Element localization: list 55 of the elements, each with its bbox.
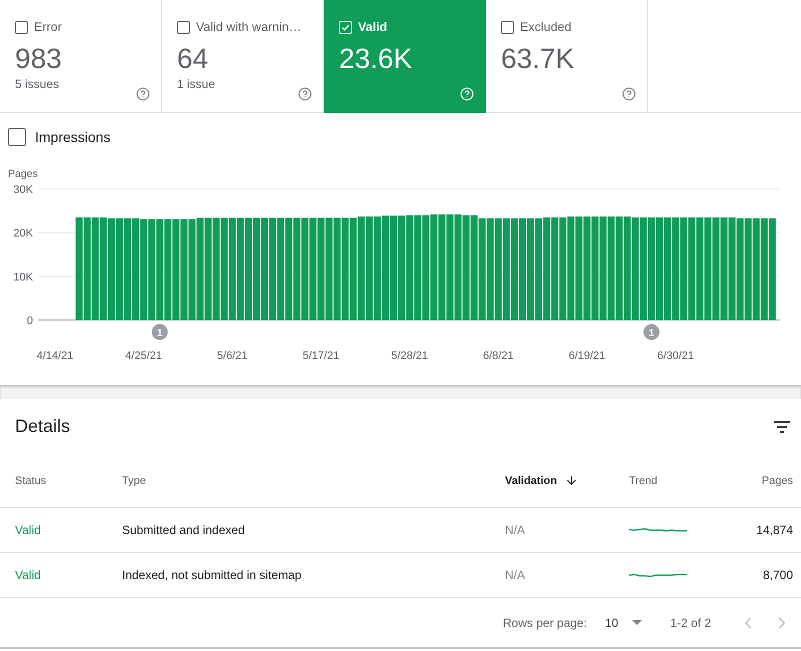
validation-cell-text: N/A: [505, 568, 526, 582]
y-tick-label: 10K: [13, 271, 33, 284]
pages-cell: 8,700: [762, 568, 793, 582]
y-tick-label: 30K: [13, 184, 33, 196]
card-subtitle: 5 issues: [15, 77, 60, 91]
status-cell-text: Valid: [15, 523, 42, 537]
column-header[interactable]: Type: [122, 474, 505, 486]
column-header[interactable]: Validation: [505, 474, 629, 487]
dropdown-caret-icon: [632, 620, 642, 625]
card-label: Valid: [358, 20, 388, 34]
column-header[interactable]: Status: [15, 474, 122, 486]
card-value: 64: [177, 43, 210, 75]
y-tick-label: 20K: [13, 228, 33, 240]
x-tick-label: 6/30/21: [657, 350, 694, 362]
checkbox[interactable]: [8, 128, 26, 146]
x-tick-label: 4/25/21: [125, 350, 162, 362]
validation-cell-text: N/A: [505, 523, 526, 537]
x-tick-label: 6/19/21: [568, 350, 606, 362]
column-header[interactable]: Trend: [629, 474, 729, 486]
type-cell[interactable]: Indexed, not submitted in sitemap: [122, 568, 505, 582]
card-label: Error: [34, 20, 62, 34]
card-label: Excluded: [520, 20, 572, 34]
type-cell[interactable]: Submitted and indexed: [122, 523, 505, 537]
sort-arrow-icon: [564, 474, 578, 487]
card-value: 63.7K: [501, 43, 576, 75]
card-value: 23.6K: [339, 43, 414, 75]
trend-sparkline: [629, 526, 687, 534]
impressions-label: Impressions: [35, 128, 110, 144]
checkbox[interactable]: [501, 20, 514, 34]
rows-per-page-select[interactable]: 10: [604, 616, 642, 630]
help-icon[interactable]: [622, 87, 636, 101]
x-tick-label: 4/14/21: [36, 350, 74, 362]
x-tick-label: 6/8/21: [483, 350, 514, 362]
x-tick-label: 5/6/21: [217, 350, 248, 362]
checkbox[interactable]: [15, 20, 28, 34]
rows-per-page-label: Rows per page:: [502, 616, 587, 630]
x-tick-label: 5/28/21: [391, 350, 428, 362]
pages-cell: 14,874: [756, 523, 793, 537]
page-range: 1-2 of 2: [670, 616, 711, 630]
checkbox[interactable]: [177, 20, 190, 34]
help-icon[interactable]: [298, 87, 312, 101]
card-subtitle: 1 issue: [177, 77, 216, 91]
summary-card[interactable]: Excluded 63.7K: [486, 0, 648, 113]
section-title: Details: [15, 416, 70, 437]
help-icon[interactable]: [136, 87, 150, 101]
axis-title: Pages: [8, 168, 38, 180]
column-header[interactable]: Pages: [762, 474, 793, 486]
status-cell-text: Valid: [15, 568, 42, 582]
summary-card[interactable]: Valid with warnin… 64 1 issue: [162, 0, 324, 113]
x-tick-label: 5/17/21: [302, 350, 340, 362]
summary-card[interactable]: Error 983 5 issues: [0, 0, 162, 113]
card-label: Valid with warnin…: [196, 20, 302, 34]
card-value: 983: [15, 43, 63, 75]
filter-icon[interactable]: [773, 420, 791, 432]
y-tick-label: 0: [26, 315, 33, 327]
